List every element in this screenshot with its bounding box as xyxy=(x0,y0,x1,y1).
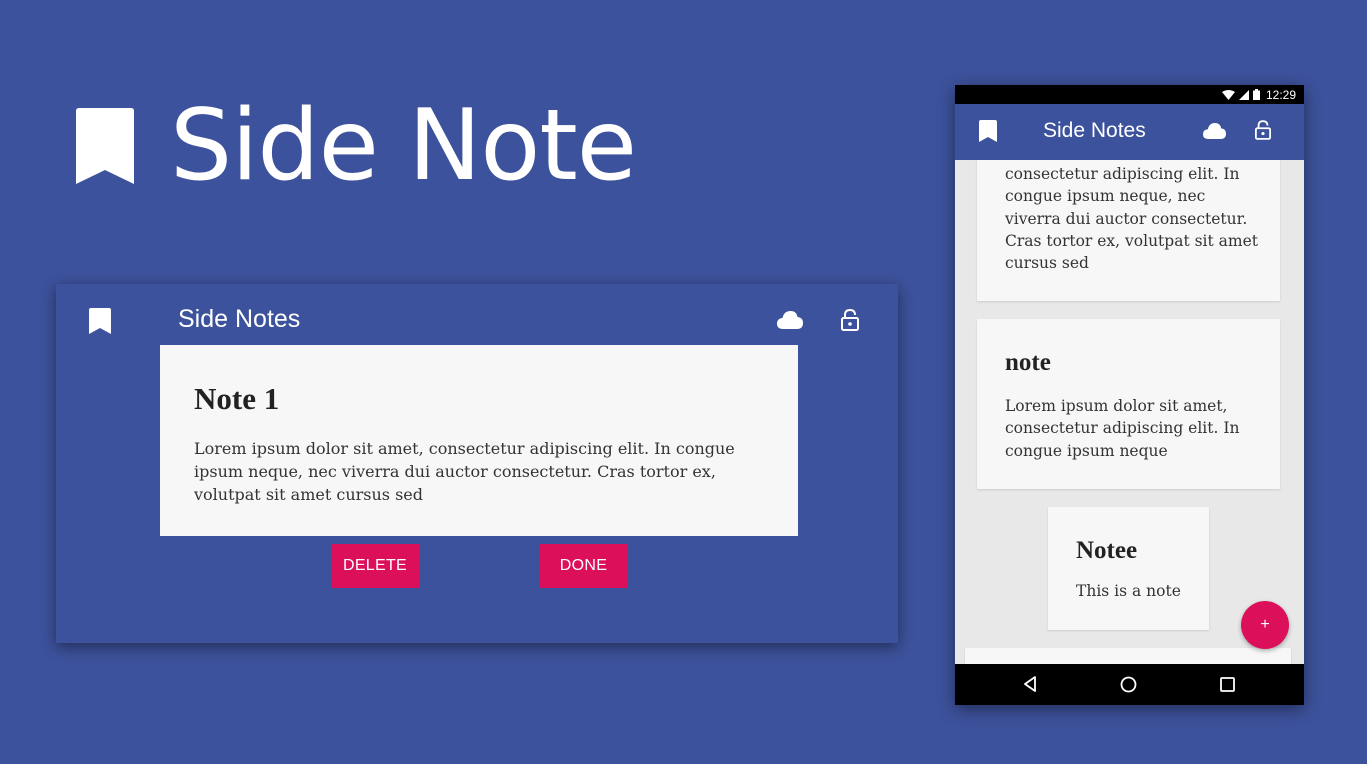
back-icon[interactable] xyxy=(1023,676,1037,692)
note-editor-card[interactable]: Note 1 Lorem ipsum dolor sit amet, conse… xyxy=(160,345,798,536)
hero-title: Side Note xyxy=(170,89,637,203)
app-bar: Side Notes xyxy=(955,104,1304,160)
note-body[interactable]: Lorem ipsum dolor sit amet, consectetur … xyxy=(194,437,754,506)
note-title: note xyxy=(1005,349,1051,376)
lock-icon[interactable] xyxy=(841,309,859,331)
note-card[interactable]: consectetur adipiscing elit. In congue i… xyxy=(977,145,1280,301)
recents-icon[interactable] xyxy=(1220,677,1235,692)
nav-bar xyxy=(955,664,1304,705)
note-body: Lorem ipsum dolor sit amet, consectetur … xyxy=(1005,397,1240,460)
wifi-icon xyxy=(1221,89,1235,100)
add-note-button[interactable]: + xyxy=(1241,601,1289,649)
note-card[interactable]: Notee This is a note xyxy=(1048,507,1209,630)
bookmark-icon[interactable] xyxy=(979,120,997,142)
note-card[interactable]: note Lorem ipsum dolor sit amet, consect… xyxy=(977,319,1280,489)
delete-button[interactable]: DELETE xyxy=(331,544,419,588)
note-title: Notee xyxy=(1076,537,1138,564)
done-button[interactable]: DONE xyxy=(540,544,627,588)
home-icon[interactable] xyxy=(1120,676,1137,693)
signal-icon xyxy=(1238,89,1249,100)
note-body: consectetur adipiscing elit. In congue i… xyxy=(1005,165,1259,273)
cloud-icon[interactable] xyxy=(777,311,803,329)
battery-icon xyxy=(1252,89,1260,100)
app-title: Side Notes xyxy=(1043,119,1146,142)
bookmark-icon[interactable] xyxy=(89,308,111,334)
hero: Side Note xyxy=(76,86,637,206)
app-title: Side Notes xyxy=(178,305,301,333)
note-title[interactable]: Note 1 xyxy=(194,381,764,417)
status-time: 12:29 xyxy=(1265,87,1296,102)
note-body: This is a note xyxy=(1076,582,1181,600)
phone-screen: consectetur adipiscing elit. In congue i… xyxy=(955,85,1304,705)
cloud-icon[interactable] xyxy=(1203,123,1226,139)
lock-icon[interactable] xyxy=(1255,120,1271,140)
bookmark-icon xyxy=(76,108,134,184)
status-bar: 12:29 xyxy=(955,85,1304,104)
